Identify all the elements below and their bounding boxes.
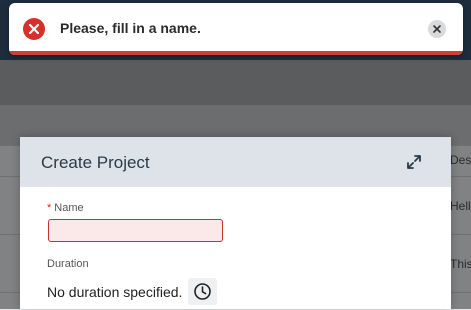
clock-icon bbox=[194, 283, 211, 300]
required-marker: * bbox=[47, 202, 52, 214]
duration-picker-button[interactable] bbox=[188, 278, 217, 305]
error-x-icon bbox=[23, 18, 45, 40]
close-icon bbox=[433, 25, 441, 33]
toast-message: Please, fill in a name. bbox=[60, 20, 201, 36]
toast-close-button[interactable] bbox=[428, 20, 446, 38]
dialog-title: Create Project bbox=[41, 153, 150, 172]
duration-label: Duration bbox=[47, 258, 89, 270]
app-toolbar-band bbox=[0, 60, 471, 105]
expand-icon bbox=[407, 155, 421, 169]
table-header-cell: Des bbox=[450, 153, 471, 167]
duration-value: No duration specified. bbox=[47, 284, 183, 300]
table-cell: Hello bbox=[450, 199, 471, 213]
expand-button[interactable] bbox=[405, 153, 423, 171]
error-toast: Please, fill in a name. bbox=[9, 3, 463, 55]
table-cell: This bbox=[450, 257, 471, 271]
name-input[interactable] bbox=[48, 219, 223, 242]
name-label-text: Name bbox=[54, 202, 84, 214]
toast-accent-bar bbox=[9, 51, 463, 55]
create-project-dialog: Create Project * Name Duration No duratio… bbox=[20, 137, 451, 309]
dialog-header: Create Project bbox=[20, 137, 451, 187]
name-label: * Name bbox=[47, 202, 84, 214]
